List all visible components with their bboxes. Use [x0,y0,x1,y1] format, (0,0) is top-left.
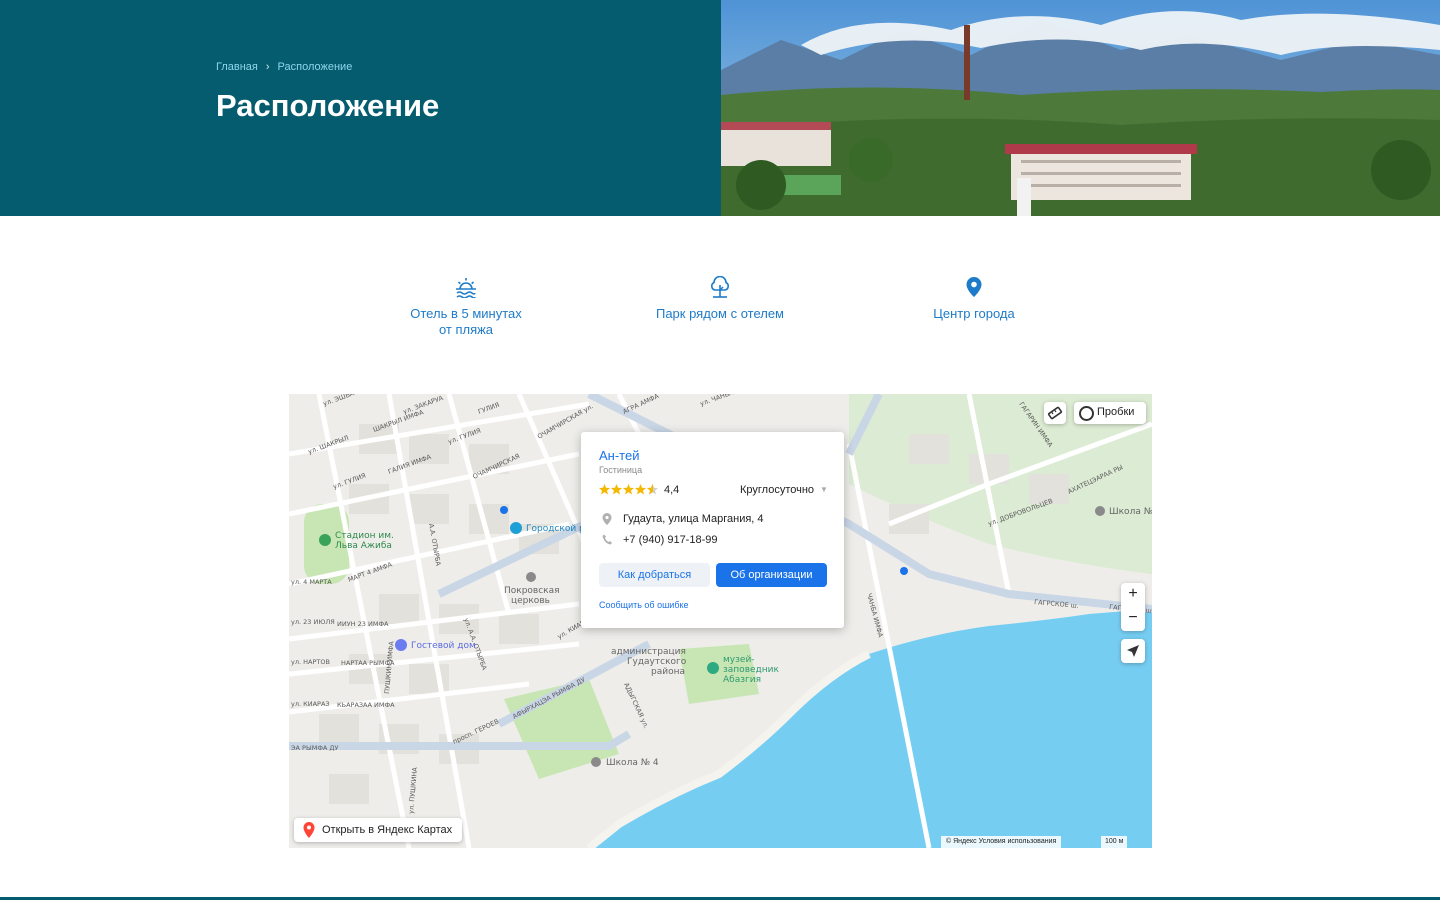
zoom-control: + − [1121,583,1145,631]
poi-admin-label-3: района [651,667,685,677]
traffic-label: Пробки [1097,406,1135,418]
feature-center: Центр города [874,270,1074,322]
feature-beach: Отель в 5 минутах от пляжа [366,270,566,338]
hero-title-panel: Главная › Расположение Расположение [0,0,721,216]
poi-city-park-label: Городской р [526,524,585,534]
location-pin-icon [966,277,982,297]
breadcrumb-current: Расположение [277,61,353,73]
street-label: ул. НАРТОВ [291,658,330,666]
hero-photo [721,0,1440,216]
breadcrumb-home-link[interactable]: Главная [216,61,258,73]
hero-banner: Главная › Расположение Расположение [0,0,1440,216]
feature-park-line1: Парк рядом с отелем [655,306,784,321]
zoom-out-button[interactable]: − [1121,607,1145,631]
poi-museum-label-2: заповедник [723,665,779,675]
poi-admin-label: администрация [611,647,686,657]
poi-stadium-label: Стадион им. [335,531,394,541]
org-type: Гостиница [599,465,643,475]
street-label: ул. 23 ИЮЛЯ [291,618,335,626]
feature-park: Парк рядом с отелем [620,270,820,322]
page-title: Расположение [216,88,440,123]
traffic-icon [1079,406,1094,421]
navigation-arrow-icon [1127,645,1139,657]
open-in-yandex-maps-label: Открыть в Яндекс Картах [322,824,453,836]
poi-church-label: Покровская [504,586,560,596]
report-error-link[interactable]: Сообщить об ошибке [599,600,689,610]
geolocation-button[interactable] [1121,639,1145,663]
phone-icon [602,534,612,545]
street-label: ул. 4 МАРТА [291,578,332,586]
map-scale: 100 м [1101,836,1128,848]
poi-admin-label-2: Гудаутского [627,657,687,667]
map-copyright[interactable]: © Яндекс Условия использования [941,836,1062,848]
zoom-in-button[interactable]: + [1121,583,1145,607]
org-name-link[interactable]: Ан-тей [599,448,639,463]
poi-museum-label: музей- [723,655,755,665]
beach-sunset-icon [456,278,476,298]
yandex-map[interactable]: ул. ЭШБА ул. ЗАКАРУА ШАКРЫЛ ИМФА ул. ШАК… [289,394,1152,848]
rating-stars [599,484,659,495]
breadcrumb: Главная › Расположение [216,61,352,73]
ruler-icon [1047,406,1063,420]
feature-beach-line2: от пляжа [438,322,494,337]
park-tree-icon [711,276,729,298]
poi-stadium-label-2: Льва Ажиба [335,541,392,551]
map-pin-icon [303,822,315,838]
street-label: ЭА РЫМФА ДУ [291,744,339,752]
street-label: ИИУН 23 ИМФА [337,620,389,628]
street-label: КЬАРАЗАА ИМФА [337,701,395,709]
chevron-down-icon[interactable]: ▼ [820,485,828,494]
address-pin-icon [602,513,612,525]
location-features: Отель в 5 минутах от пляжа Парк рядом с … [0,270,1440,350]
org-rating: 4,4 [664,484,680,496]
feature-center-line1: Центр города [933,306,1015,321]
poi-church-label-2: церковь [511,596,550,606]
chevron-right-icon: › [265,61,270,73]
poi-school-right-label: Школа № [1109,507,1152,517]
poi-museum-label-3: Абазгия [723,675,761,685]
route-button[interactable]: Как добраться [599,563,710,587]
poi-school-label: Школа № 4 [606,758,659,768]
feature-beach-line1: Отель в 5 минутах [410,306,522,321]
ruler-button[interactable] [1044,402,1066,424]
about-organization-button[interactable]: Об организации [716,563,827,587]
org-hours[interactable]: Круглосуточно [740,484,814,496]
org-address: Гудаута, улица Маргания, 4 [623,513,764,525]
org-phone[interactable]: +7 (940) 917-18-99 [623,534,717,546]
organization-card: Ан-тей Гостиница 4,4 Круглосуточно ▼ Гуд… [581,432,844,628]
traffic-button[interactable]: Пробки [1074,402,1146,424]
street-label: ул. КИАРАЗ [291,700,330,708]
open-in-yandex-maps-button[interactable]: Открыть в Яндекс Картах [294,818,463,842]
poi-guest-house-label: Гостевой дом [411,641,476,651]
